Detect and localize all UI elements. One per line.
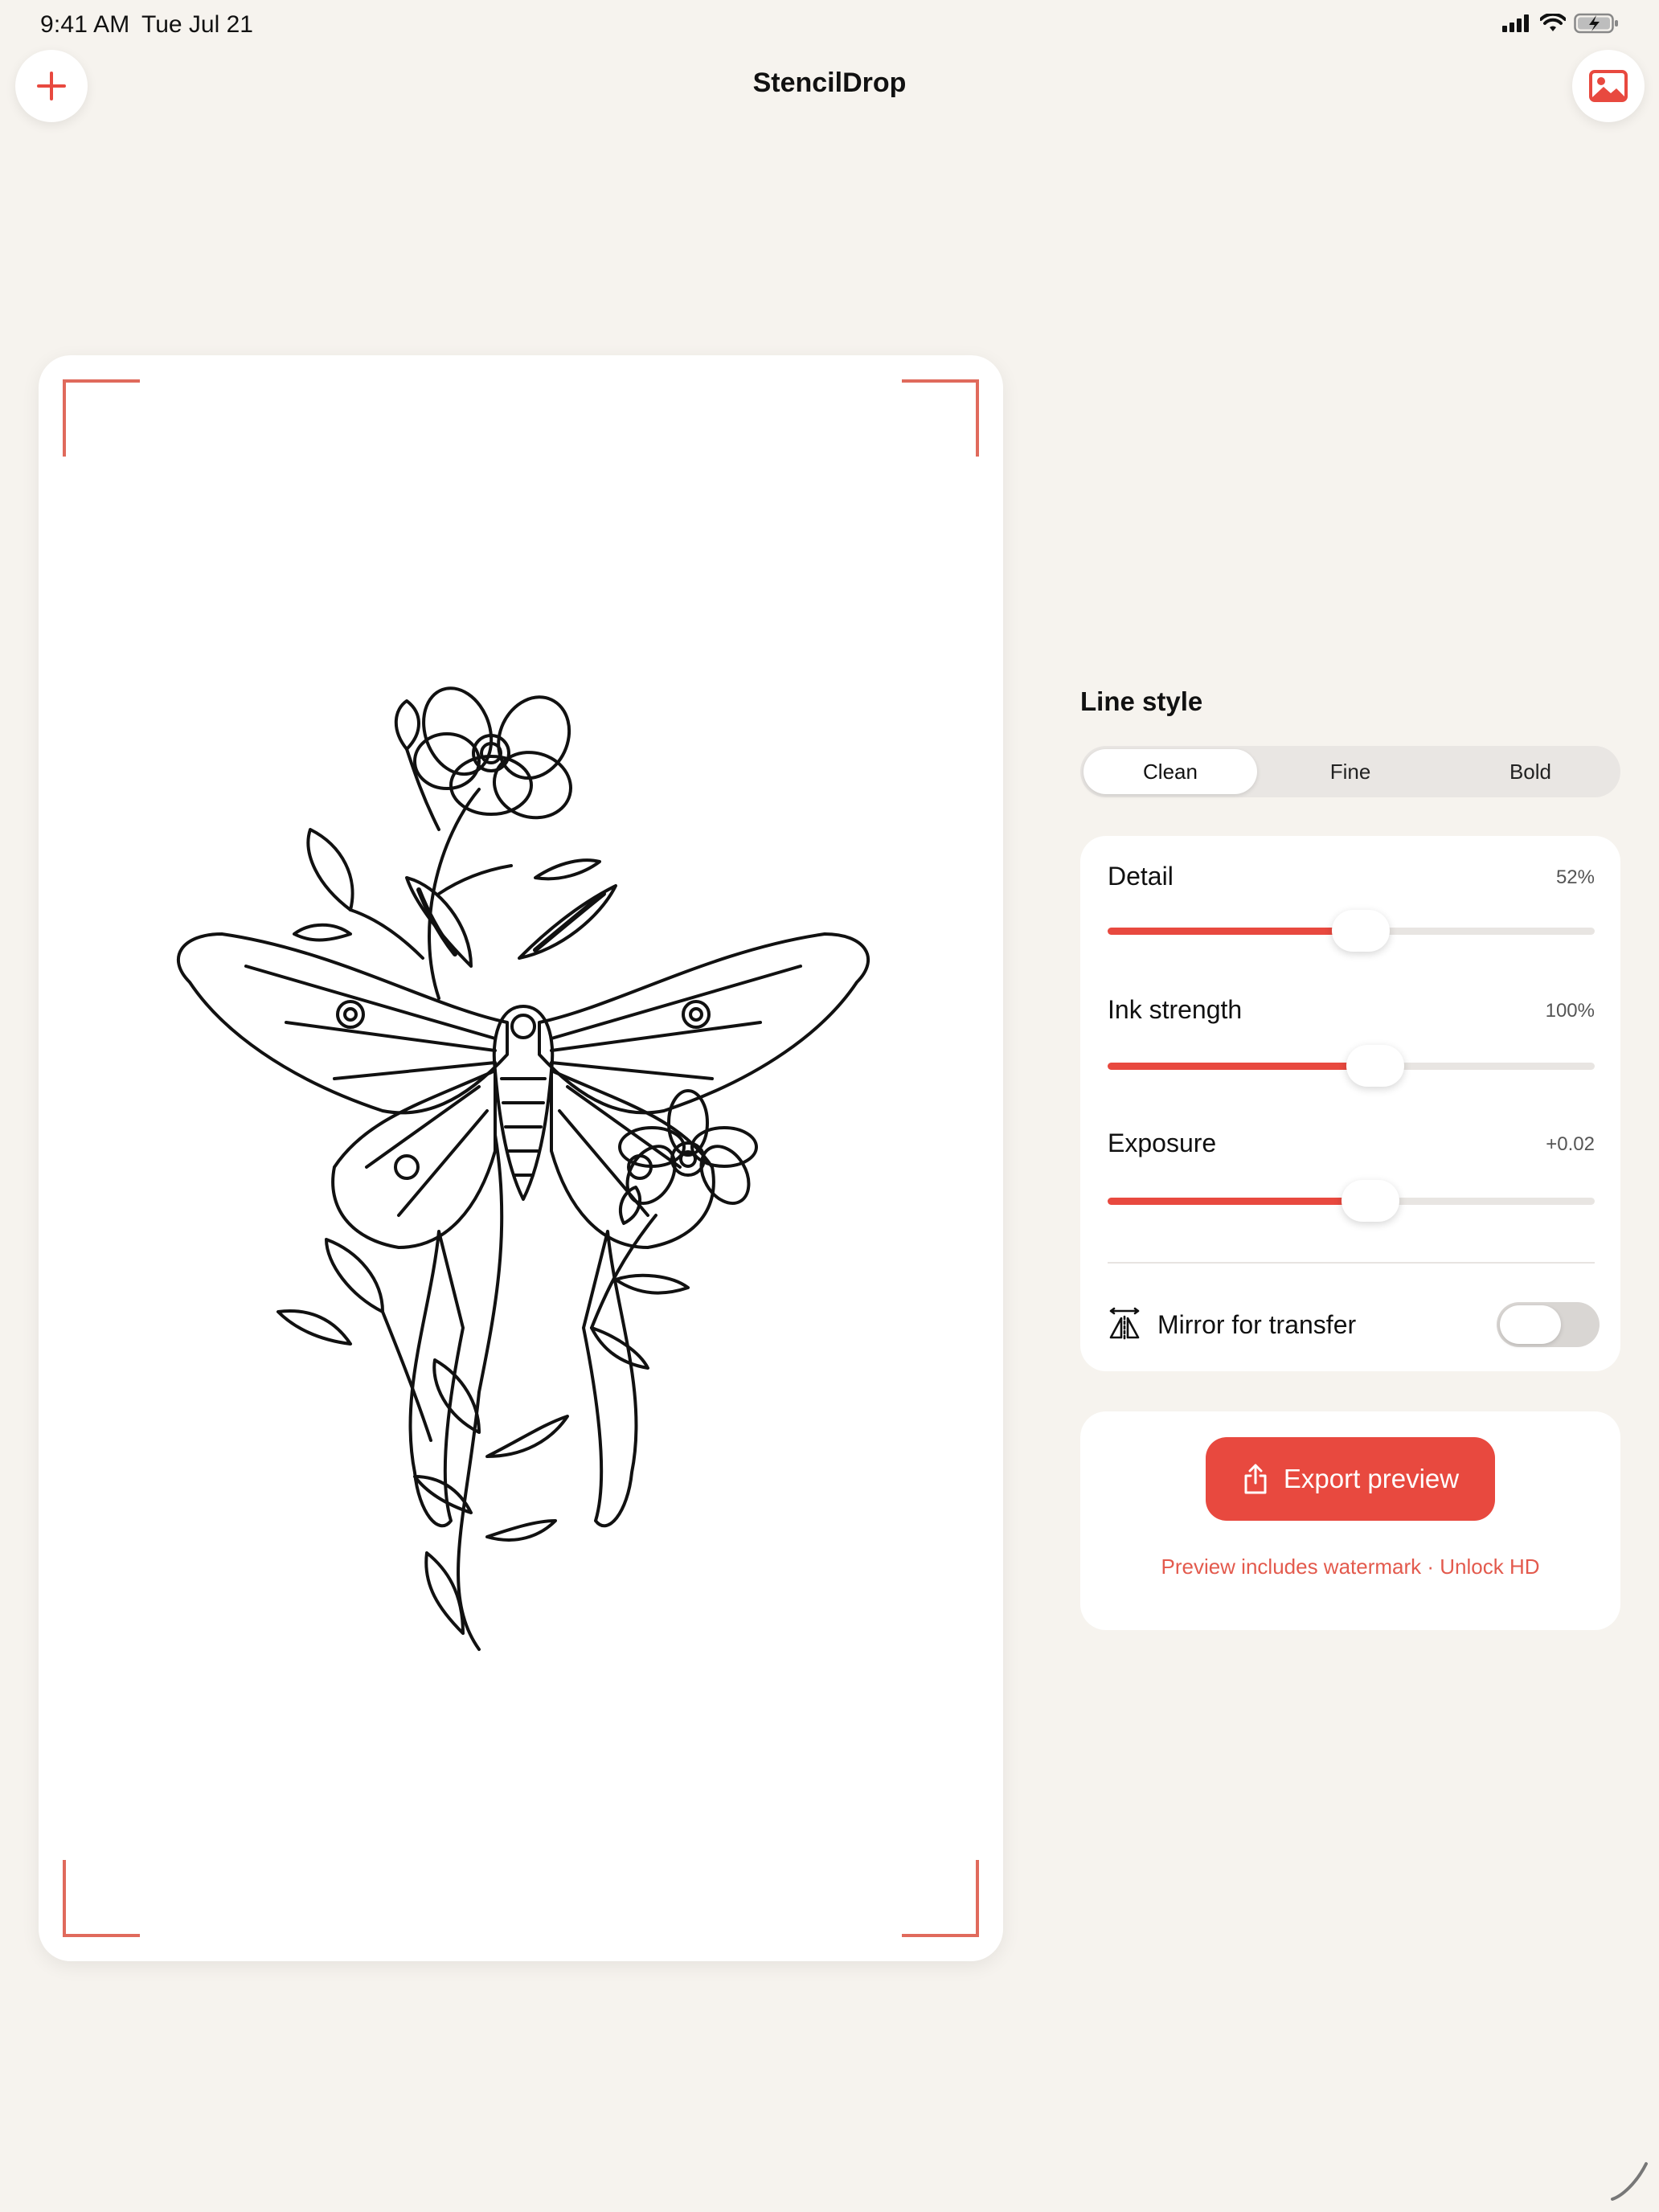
segment-bold[interactable]: Bold bbox=[1444, 749, 1617, 794]
line-style-title: Line style bbox=[1080, 686, 1203, 716]
crop-corner-top-left[interactable] bbox=[63, 379, 140, 457]
detail-slider-thumb[interactable] bbox=[1332, 910, 1391, 952]
pencil-hover-indicator-icon bbox=[1611, 2162, 1648, 2201]
ink-strength-value: 100% bbox=[1545, 1000, 1595, 1022]
mirror-for-transfer-toggle[interactable] bbox=[1497, 1302, 1600, 1347]
exposure-value: +0.02 bbox=[1546, 1133, 1595, 1155]
battery-charging-icon bbox=[1574, 13, 1618, 34]
exposure-slider-thumb[interactable] bbox=[1342, 1180, 1400, 1222]
exposure-slider[interactable] bbox=[1108, 1180, 1595, 1222]
segment-fine[interactable]: Fine bbox=[1264, 749, 1437, 794]
detail-value: 52% bbox=[1555, 866, 1595, 888]
ink-strength-slider-fill bbox=[1108, 1063, 1376, 1070]
status-icons bbox=[1501, 13, 1619, 34]
crop-corner-bottom-left[interactable] bbox=[63, 1860, 140, 1937]
adjustments-panel: Detail 52% Ink strength 100% Exposure +0… bbox=[1080, 836, 1620, 1371]
stencil-canvas[interactable] bbox=[39, 355, 1003, 1961]
detail-slider[interactable] bbox=[1108, 910, 1595, 952]
photo-library-button[interactable] bbox=[1572, 50, 1645, 122]
mirror-for-transfer-label: Mirror for transfer bbox=[1157, 1310, 1357, 1339]
export-panel: Export preview bbox=[1080, 1411, 1620, 1630]
mirror-icon bbox=[1109, 1307, 1140, 1341]
crop-corner-top-right[interactable] bbox=[902, 379, 979, 457]
mirror-toggle-thumb bbox=[1500, 1305, 1561, 1344]
status-date: Tue Jul 21 bbox=[141, 11, 253, 38]
app-title: StencilDrop bbox=[752, 68, 907, 98]
line-style-segmented-control: Clean Fine Bold bbox=[1080, 746, 1620, 797]
ink-strength-label: Ink strength bbox=[1108, 995, 1243, 1024]
status-time: 9:41 AM bbox=[40, 11, 130, 38]
wifi-icon bbox=[1540, 14, 1566, 31]
watermark-unlock-hd-link[interactable]: Preview includes watermark · Unlock HD bbox=[1080, 1555, 1620, 1579]
photo-icon bbox=[1589, 70, 1628, 102]
crop-corner-bottom-right[interactable] bbox=[902, 1860, 979, 1937]
signal-icon bbox=[1502, 14, 1529, 32]
export-preview-button[interactable]: Export preview bbox=[1206, 1437, 1495, 1521]
ink-strength-slider-thumb[interactable] bbox=[1346, 1045, 1405, 1087]
exposure-label: Exposure bbox=[1108, 1129, 1217, 1157]
share-icon bbox=[1244, 1464, 1267, 1494]
panel-divider bbox=[1108, 1262, 1595, 1264]
ink-strength-slider[interactable] bbox=[1108, 1045, 1595, 1087]
segment-clean[interactable]: Clean bbox=[1083, 749, 1257, 794]
status-bar: 9:41 AM Tue Jul 21 bbox=[0, 0, 1659, 51]
detail-label: Detail bbox=[1108, 862, 1174, 891]
stencil-artwork bbox=[176, 686, 870, 1651]
exposure-slider-fill bbox=[1108, 1198, 1371, 1205]
detail-slider-fill bbox=[1108, 928, 1362, 935]
export-preview-label: Export preview bbox=[1283, 1464, 1460, 1493]
